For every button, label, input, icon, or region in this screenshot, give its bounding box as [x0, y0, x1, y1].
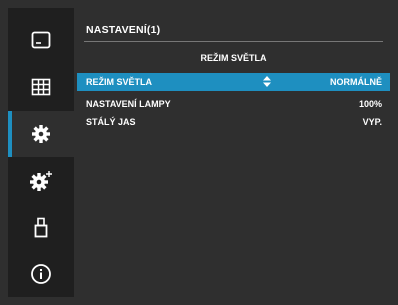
- osd-window: NASTAVENÍ(1) REŽIM SVĚTLA REŽIM SVĚTLA N…: [0, 0, 398, 305]
- menu-row-value: VYP.: [362, 117, 382, 127]
- menu-row-label: REŽIM SVĚTLA: [86, 77, 153, 87]
- picture-icon: [31, 31, 51, 49]
- up-down-arrows-icon: [263, 76, 271, 89]
- sidebar-item-picture[interactable]: [8, 17, 74, 63]
- grid-icon: [31, 78, 51, 96]
- gear-plus-icon: [30, 171, 52, 191]
- sidebar-item-settings[interactable]: [8, 111, 74, 157]
- settings-panel: NASTAVENÍ(1) REŽIM SVĚTLA REŽIM SVĚTLA N…: [77, 8, 390, 297]
- sidebar-item-advanced-settings[interactable]: [8, 158, 74, 204]
- menu-row-lamp-setting[interactable]: NASTAVENÍ LAMPY 100%: [77, 95, 390, 113]
- section-header: REŽIM SVĚTLA: [200, 53, 267, 63]
- menu-row-label: NASTAVENÍ LAMPY: [86, 99, 171, 109]
- info-icon: [31, 264, 51, 284]
- sidebar: [8, 8, 74, 297]
- sidebar-item-info[interactable]: [8, 251, 74, 297]
- menu-row-value: 100%: [358, 99, 382, 109]
- menu-row-light-mode[interactable]: REŽIM SVĚTLA NORMÁLNĚ: [77, 73, 390, 91]
- menu-row-value: NORMÁLNĚ: [330, 77, 382, 87]
- menu-row-constant-brightness[interactable]: STÁLÝ JAS VYP.: [77, 113, 390, 131]
- menu-row-label: STÁLÝ JAS: [86, 117, 136, 127]
- sidebar-item-usb[interactable]: [8, 205, 74, 251]
- sidebar-item-grid[interactable]: [8, 64, 74, 110]
- usb-icon: [34, 217, 48, 238]
- title-divider: [84, 41, 383, 42]
- page-title: NASTAVENÍ(1): [86, 24, 161, 36]
- gear-icon: [32, 125, 50, 143]
